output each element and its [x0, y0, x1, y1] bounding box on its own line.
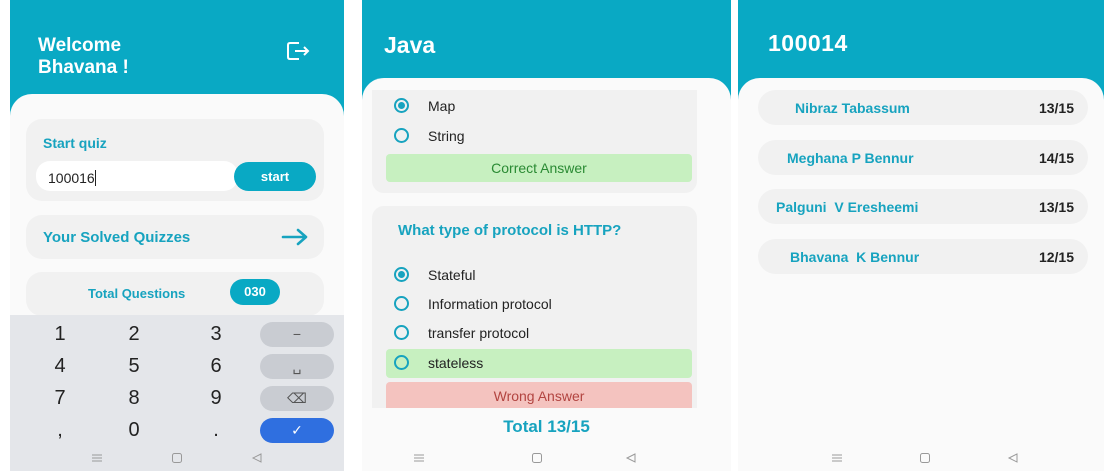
correct-answer-banner: Correct Answer	[386, 154, 692, 182]
result-row[interactable]: Bhavana K Bennur 12/15	[758, 239, 1088, 274]
radio-selected-icon[interactable]	[394, 267, 409, 282]
quiz-review-screen: Java Map String Correct Answer What type…	[362, 0, 731, 471]
logout-icon[interactable]	[286, 40, 310, 62]
key-0[interactable]: 0	[97, 417, 171, 444]
home-icon[interactable]	[530, 451, 544, 465]
solved-quizzes-card[interactable]: Your Solved Quizzes	[26, 215, 324, 259]
key-2[interactable]: 2	[97, 321, 171, 348]
q2-option-3-label: transfer protocol	[428, 325, 530, 341]
start-quiz-card: Start quiz 100016 start	[26, 119, 324, 201]
nav-bar	[362, 445, 731, 471]
key-3[interactable]: 3	[179, 321, 253, 348]
quiz-code-value: 100016	[48, 170, 95, 186]
menu-icon[interactable]	[90, 451, 104, 465]
student-score: 13/15	[1038, 100, 1074, 116]
radio-selected-icon[interactable]	[394, 98, 409, 113]
start-button[interactable]: start	[234, 162, 316, 191]
student-name: Palguni V Eresheemi	[776, 199, 919, 215]
welcome-line-2: Bhavana !	[38, 57, 129, 78]
result-row[interactable]: Meghana P Bennur 14/15	[758, 140, 1088, 175]
quiz-title: Java	[384, 32, 436, 58]
radio-icon[interactable]	[394, 355, 409, 370]
home-icon[interactable]	[170, 451, 184, 465]
key-done[interactable]: ✓	[260, 418, 334, 443]
q2-question-text: What type of protocol is HTTP?	[398, 222, 622, 239]
quiz-code-input[interactable]: 100016	[36, 161, 238, 191]
home-screen: Welcome Bhavana ! Start quiz 100016 star…	[10, 0, 344, 471]
nav-bar	[738, 445, 1104, 471]
menu-icon[interactable]	[830, 451, 844, 465]
home-icon[interactable]	[918, 451, 932, 465]
total-questions-label: Total Questions	[88, 286, 186, 301]
back-icon[interactable]	[1006, 451, 1020, 465]
q2-option-4-label: stateless	[428, 355, 484, 371]
key-1[interactable]: 1	[23, 321, 97, 348]
key-6[interactable]: 6	[179, 353, 253, 380]
key-9[interactable]: 9	[179, 385, 253, 412]
student-name: Nibraz Tabassum	[795, 100, 910, 116]
question-2-card: What type of protocol is HTTP? Stateful …	[372, 206, 697, 408]
student-score: 13/15	[1038, 199, 1074, 215]
leaderboard-screen: 100014 Nibraz Tabassum 13/15 Meghana P B…	[738, 0, 1104, 471]
key-backspace[interactable]: ⌫	[260, 386, 334, 411]
student-name: Bhavana K Bennur	[790, 249, 920, 265]
welcome-title: Welcome Bhavana !	[38, 35, 129, 79]
radio-icon[interactable]	[394, 325, 409, 340]
key-comma[interactable]: ,	[23, 417, 97, 444]
welcome-line-1: Welcome	[38, 35, 122, 56]
key-minus[interactable]: −	[260, 322, 334, 347]
q2-option-1-label: Stateful	[428, 267, 476, 283]
radio-icon[interactable]	[394, 296, 409, 311]
key-space[interactable]: ␣	[260, 354, 334, 379]
key-8[interactable]: 8	[97, 385, 171, 412]
q1-option-1-label: Map	[428, 98, 456, 114]
quiz-content: Map String Correct Answer What type of p…	[362, 78, 731, 471]
key-4[interactable]: 4	[23, 353, 97, 380]
back-icon[interactable]	[624, 451, 638, 465]
wrong-answer-banner: Wrong Answer	[386, 382, 692, 408]
key-7[interactable]: 7	[23, 385, 97, 412]
question-1-card: Map String Correct Answer	[372, 90, 697, 193]
nav-bar	[10, 445, 344, 471]
student-name: Meghana P Bennur	[787, 150, 914, 166]
q1-option-2-label: String	[428, 128, 465, 144]
student-score: 12/15	[1038, 249, 1074, 265]
leaderboard-content: Nibraz Tabassum 13/15 Meghana P Bennur 1…	[738, 78, 1104, 471]
arrow-right-icon[interactable]	[281, 228, 309, 246]
key-period[interactable]: .	[179, 417, 253, 444]
start-quiz-title: Start quiz	[43, 135, 107, 151]
total-questions-badge: 030	[230, 279, 280, 305]
menu-icon[interactable]	[412, 451, 426, 465]
student-score: 14/15	[1038, 150, 1074, 166]
radio-icon[interactable]	[394, 128, 409, 143]
numeric-keypad: 1 2 3 − 4 5 6 ␣ 7 8 9 ⌫ , 0 . ✓	[10, 315, 344, 471]
solved-quizzes-label: Your Solved Quizzes	[43, 229, 191, 246]
result-row[interactable]: Nibraz Tabassum 13/15	[758, 90, 1088, 125]
total-questions-card: Total Questions 030	[26, 272, 324, 316]
result-row[interactable]: Palguni V Eresheemi 13/15	[758, 189, 1088, 224]
leaderboard-title: 100014	[768, 30, 848, 56]
total-score: Total 13/15	[503, 417, 590, 436]
back-icon[interactable]	[250, 451, 264, 465]
key-5[interactable]: 5	[97, 353, 171, 380]
q2-option-2-label: Information protocol	[428, 296, 552, 312]
